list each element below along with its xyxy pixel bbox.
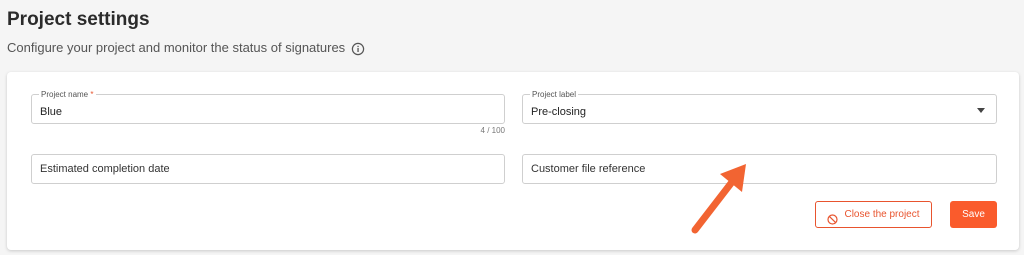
subtitle-text: Configure your project and monitor the s… xyxy=(7,40,346,55)
page-subtitle: Configure your project and monitor the s… xyxy=(7,40,365,56)
completion-date-field[interactable]: Estimated completion date xyxy=(31,154,505,184)
file-reference-placeholder: Customer file reference xyxy=(531,163,646,175)
save-button[interactable]: Save xyxy=(950,201,997,228)
file-reference-field[interactable]: Customer file reference xyxy=(522,154,997,184)
project-label-value: Pre-closing xyxy=(531,106,587,118)
save-label: Save xyxy=(962,209,985,220)
project-name-field[interactable]: Project name * Blue xyxy=(31,90,505,124)
close-project-label: Close the project xyxy=(844,209,920,220)
completion-date-placeholder: Estimated completion date xyxy=(40,163,170,175)
project-name-label-text: Project name xyxy=(41,90,89,99)
pointer-arrow-icon xyxy=(688,162,752,237)
project-label-label: Project label xyxy=(530,90,579,99)
ban-icon xyxy=(827,209,839,225)
close-project-button[interactable]: Close the project xyxy=(815,201,932,228)
project-name-label: Project name * xyxy=(39,90,96,99)
page-title: Project settings xyxy=(7,9,150,30)
required-mark: * xyxy=(90,90,94,99)
project-label-select[interactable]: Project label Pre-closing xyxy=(522,90,997,124)
chevron-down-icon[interactable] xyxy=(977,108,985,113)
project-name-value: Blue xyxy=(40,106,63,118)
info-icon[interactable] xyxy=(351,42,365,56)
project-name-counter: 4 / 100 xyxy=(480,126,505,135)
settings-card: Project name * Blue 4 / 100 Project labe… xyxy=(7,72,1019,250)
